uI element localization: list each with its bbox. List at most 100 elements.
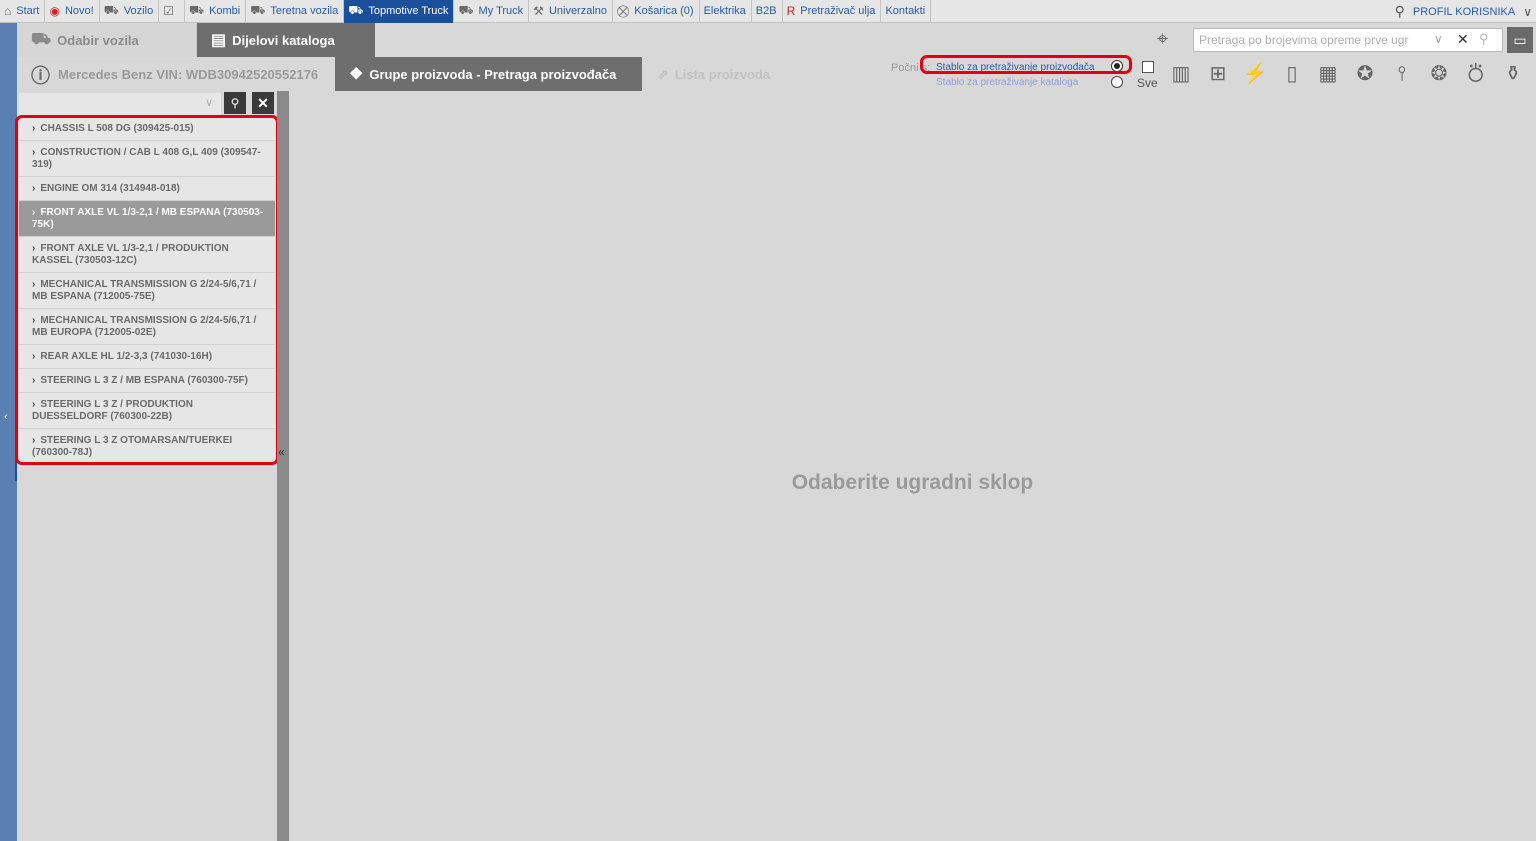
radiator-icon[interactable]: ▦: [1314, 61, 1342, 87]
vin-label: Mercedes Benz VIN: WDB30942520552176: [58, 66, 319, 82]
nav-item-label: Kombi: [209, 5, 241, 17]
nav-item-pretra-iva-ulja[interactable]: R Pretraživač ulja: [783, 0, 882, 23]
oil-filter-icon[interactable]: ▥: [1167, 61, 1195, 87]
tab-label: Grupe proizvoda - Pretraga proizvođača: [369, 66, 617, 82]
nav-item-kontakti[interactable]: Kontakti: [881, 0, 932, 23]
nav-item-teretna-vozila[interactable]: ⛟ Teretna vozila: [246, 0, 345, 23]
license-plate-icon[interactable]: ▭: [1507, 27, 1533, 53]
checkbox-all[interactable]: [1142, 61, 1154, 73]
tab-vehicle-selection[interactable]: ⛟ Odabir vozila: [17, 23, 197, 57]
group-label: ENGINE OM 314 (314948-018): [40, 183, 180, 194]
group-item[interactable]: › FRONT AXLE VL 1/3-2,1 / PRODUKTION KASS…: [19, 237, 275, 273]
group-label: CHASSIS L 508 DG (309425-015): [40, 123, 194, 134]
panel-splitter[interactable]: «: [277, 91, 289, 841]
tab-catalog-parts[interactable]: ▤ Dijelovi kataloga: [197, 23, 375, 57]
nav-item-my-truck[interactable]: ⛟ My Truck: [454, 0, 530, 23]
close-icon[interactable]: ✕: [1457, 31, 1469, 48]
chevron-right-icon: ›: [32, 147, 36, 158]
group-item[interactable]: › CONSTRUCTION / CAB L 408 G,L 409 (30954…: [19, 141, 275, 177]
info-icon[interactable]: ⓘ: [31, 61, 50, 88]
subheader: ⓘ Mercedes Benz VIN: WDB30942520552176 ❖…: [17, 55, 1536, 91]
top-navigation: ⌂ Start ◉ Novo! ⛟ Vozilo ☑ ⛟ Kombi ⛟ Teretna vozil…: [0, 0, 1536, 23]
vehicle-info: ⓘ Mercedes Benz VIN: WDB30942520552176: [31, 57, 318, 91]
main-content: Odaberite ugradni sklop: [289, 91, 1536, 841]
empty-state-message: Odaberite ugradni sklop: [791, 471, 1034, 494]
catalog-icon: ▤: [211, 32, 227, 49]
nav-item-elektrika[interactable]: Elektrika: [700, 0, 752, 23]
chevron-right-icon: ›: [32, 375, 36, 386]
nav-item-label: Elektrika: [703, 5, 746, 17]
group-label: CONSTRUCTION / CAB L 408 G,L 409 (309547…: [32, 147, 261, 170]
nav-item-kombi[interactable]: ⛟ Kombi: [185, 0, 247, 23]
group-item[interactable]: › CHASSIS L 508 DG (309425-015): [19, 117, 275, 141]
suspension-icon[interactable]: ⫯: [1388, 61, 1416, 87]
nav-item-univerzalno[interactable]: ⚒ Univerzalno: [529, 0, 614, 23]
chevron-right-icon: ›: [32, 435, 36, 446]
tree-catalog-option[interactable]: Stablo za pretraživanje kataloga: [936, 77, 1078, 88]
brake-disc-icon[interactable]: ❂: [1425, 61, 1453, 87]
my-truck-icon: ⛟: [458, 3, 474, 17]
tab-product-list[interactable]: ⇗ Lista proizvoda: [657, 57, 770, 91]
chevron-right-icon: ›: [32, 183, 36, 194]
chevron-down-icon: ∨: [1523, 4, 1532, 19]
universal-icon: ⚒: [533, 4, 544, 18]
shock-absorber-icon[interactable]: ▯: [1278, 61, 1306, 87]
nav-item-novo[interactable]: ◉ Novo!: [45, 0, 100, 23]
left-collapse-strip: ‹: [0, 23, 20, 841]
nav-item-label: Košarica (0): [634, 5, 694, 17]
nav-item-vozilo[interactable]: ⛟ Vozilo: [100, 0, 160, 23]
group-item[interactable]: › ENGINE OM 314 (314948-018): [19, 177, 275, 201]
chevron-right-icon: ›: [32, 315, 36, 326]
tab-product-groups[interactable]: ❖ Grupe proizvoda - Pretraga proizvođača: [335, 57, 642, 91]
chevron-right-icon: ›: [32, 207, 36, 218]
topmotive-truck-icon: ⛟: [348, 3, 364, 17]
search-button[interactable]: ⚲: [224, 92, 246, 114]
crosshair-icon[interactable]: ⌖: [1157, 28, 1168, 51]
group-label: STEERING L 3 Z / MB ESPANA (760300-75F): [40, 375, 248, 386]
nav-item-label: B2B: [755, 5, 777, 17]
oil-search-icon: R: [786, 4, 796, 18]
group-item[interactable]: › FRONT AXLE VL 1/3-2,1 / MB ESPANA (7305…: [19, 201, 275, 237]
nav-item-label: Start: [16, 5, 40, 17]
clear-button[interactable]: ✕: [252, 92, 274, 114]
group-label: FRONT AXLE VL 1/3-2,1 / PRODUKTION KASSE…: [32, 243, 229, 266]
group-item[interactable]: › REAR AXLE HL 1/2-3,3 (741030-16H): [19, 345, 275, 369]
checkbox-icon: ☑: [163, 4, 174, 18]
profile-menu[interactable]: ⚲ PROFIL KORISNIKA ∨: [1395, 0, 1532, 23]
air-filter-icon[interactable]: ⊞: [1204, 61, 1232, 87]
search-icon[interactable]: ⚲: [1479, 31, 1489, 47]
nav-item-topmotive-truck[interactable]: ⛟ Topmotive Truck: [344, 0, 455, 23]
nav-item-ko-arica-0[interactable]: ⛒ Košarica (0): [613, 0, 700, 23]
annotation-highlight: [920, 55, 1132, 74]
chevron-down-icon[interactable]: ∨: [205, 96, 213, 109]
group-item[interactable]: › MECHANICAL TRANSMISSION G 2/24-5/6,71 /…: [19, 273, 275, 309]
vehicle-search-icon: ⛟: [31, 31, 52, 48]
chevron-down-icon[interactable]: ∨: [1434, 32, 1443, 46]
nav-item-label: Teretna vozila: [270, 5, 339, 17]
group-item[interactable]: › STEERING L 3 Z / MB ESPANA (760300-75F): [19, 369, 275, 393]
nav-item-start[interactable]: ⌂ Start: [0, 0, 46, 23]
bulb-icon[interactable]: ⚱: [1499, 61, 1527, 87]
nav-item-label: Novo!: [64, 5, 94, 17]
list-icon: ⇗: [657, 65, 669, 82]
oe-search-input[interactable]: [1199, 32, 1427, 48]
home-icon: ⌂: [4, 4, 12, 18]
group-item[interactable]: › STEERING L 3 Z / PRODUKTION DUESSELDORF…: [19, 393, 275, 429]
chevron-left-icon[interactable]: ‹: [4, 411, 8, 423]
group-filter-input[interactable]: [19, 93, 221, 115]
group-item[interactable]: › MECHANICAL TRANSMISSION G 2/24-5/6,71 /…: [19, 309, 275, 345]
collapse-icon[interactable]: «: [278, 445, 285, 459]
turbo-icon[interactable]: ✪: [1351, 61, 1379, 87]
group-item[interactable]: › STEERING L 3 Z OTOMARSAN/TUERKEI (76030…: [19, 429, 275, 465]
water-pump-icon[interactable]: ⛣: [1462, 61, 1490, 87]
chevron-right-icon: ›: [32, 279, 36, 290]
radio-catalog-tree[interactable]: [1111, 76, 1123, 88]
tab-label: Lista proizvoda: [674, 66, 771, 82]
group-list: › CHASSIS L 508 DG (309425-015) › CONSTRUCT…: [15, 115, 279, 465]
spark-plug-icon[interactable]: ⚡: [1241, 61, 1269, 87]
cart-icon: ⛒: [617, 3, 630, 18]
nav-item-checkbox[interactable]: ☑: [159, 0, 185, 23]
nav-item-b2b[interactable]: B2B: [752, 0, 783, 23]
chevron-right-icon: ›: [32, 351, 36, 362]
oe-number-search: ∨ ✕ ⚲: [1193, 28, 1503, 52]
